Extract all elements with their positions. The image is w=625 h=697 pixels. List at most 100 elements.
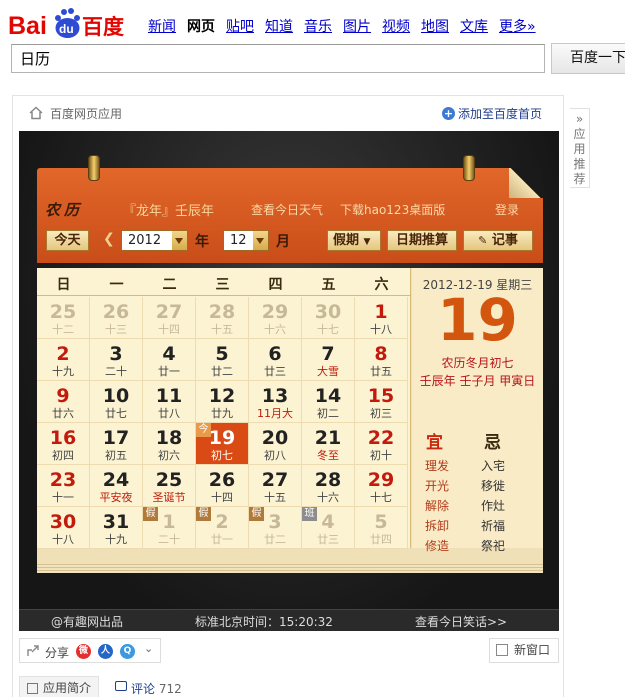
day-cell[interactable]: 7 大雪 — [302, 339, 355, 381]
nav-news[interactable]: 新闻 — [148, 16, 176, 36]
day-cell[interactable]: 4 廿一 — [143, 339, 196, 381]
today-badge: 今 — [196, 423, 211, 437]
day-cell[interactable]: 30 十八 — [37, 507, 90, 549]
day-cell[interactable]: 26 十三 — [90, 297, 143, 339]
download-link[interactable]: 下载hao123桌面版 — [340, 201, 445, 218]
weekday-label: 六 — [374, 277, 389, 293]
day-number: 9 — [56, 385, 70, 407]
search-input[interactable] — [11, 44, 545, 73]
nav-zhidao[interactable]: 知道 — [265, 16, 293, 36]
nav-tieba[interactable]: 贴吧 — [226, 16, 254, 36]
nav-web[interactable]: 网页 — [187, 16, 215, 36]
day-cell[interactable]: 27 十五 — [249, 465, 302, 507]
day-cell[interactable]: 12 廿九 — [196, 381, 249, 423]
lunar-day: 廿八 — [158, 407, 180, 420]
day-cell[interactable]: 9 廿六 — [37, 381, 90, 423]
share-icon[interactable] — [26, 644, 40, 658]
weibo-icon[interactable]: 微 — [76, 644, 91, 659]
day-cell[interactable]: 假 1 二十 — [143, 507, 196, 549]
day-number: 21 — [314, 427, 342, 449]
month-select[interactable]: 12 — [223, 230, 269, 251]
year-select[interactable]: 2012 — [121, 230, 188, 251]
pencil-icon: ✎ — [478, 234, 488, 247]
lunar-day: 廿四 — [370, 533, 392, 546]
weekday-label: 四 — [268, 277, 283, 293]
today-button[interactable]: 今天 — [46, 230, 89, 251]
nav-images[interactable]: 图片 — [343, 16, 371, 36]
lunar-day: 二十 — [105, 365, 127, 378]
share-label[interactable]: 分享 — [45, 644, 69, 661]
home-icon — [29, 106, 43, 120]
day-cell[interactable]: 28 十六 — [302, 465, 355, 507]
day-cell[interactable]: 假 3 廿二 — [249, 507, 302, 549]
day-cell[interactable]: 25 十二 — [37, 297, 90, 339]
calendar-grid: 日一二三四五六 25 十二 26 十三 27 十四 28 十五 29 十六 30 十七 1 十八 2 十九 3 二… — [37, 268, 411, 549]
day-number: 27 — [261, 469, 289, 491]
weather-link[interactable]: 查看今日天气 — [251, 201, 323, 218]
day-cell[interactable]: 5 廿二 — [196, 339, 249, 381]
date-calc-button[interactable]: 日期推算 — [387, 230, 457, 251]
holiday-select[interactable]: 假期 ▼ — [327, 230, 381, 251]
day-cell[interactable]: 25 圣诞节 — [143, 465, 196, 507]
day-cell[interactable]: 23 十一 — [37, 465, 90, 507]
tab-comments[interactable]: 评论 712 — [115, 680, 182, 697]
login-link[interactable]: 登录 — [495, 201, 519, 218]
tab-app-intro[interactable]: 应用简介 — [19, 676, 99, 697]
day-cell[interactable]: 8 廿五 — [355, 339, 408, 381]
day-cell[interactable]: 假 2 廿一 — [196, 507, 249, 549]
note-button[interactable]: ✎ 记事 — [463, 230, 533, 251]
day-cell[interactable]: 21 冬至 — [302, 423, 355, 465]
day-cell[interactable]: 30 十七 — [302, 297, 355, 339]
day-cell[interactable]: 31 十九 — [90, 507, 143, 549]
nav-video[interactable]: 视频 — [382, 16, 410, 36]
year-value: 2012 — [128, 233, 162, 248]
lunar-day: 十七 — [370, 491, 392, 504]
day-number: 30 — [49, 511, 77, 533]
add-to-homepage-link[interactable]: + 添加至百度首页 — [441, 105, 542, 122]
day-cell[interactable]: 11 廿八 — [143, 381, 196, 423]
binder-ring-left — [88, 155, 100, 181]
new-window-button[interactable]: 新窗口 — [489, 638, 559, 663]
daily-joke-link[interactable]: 查看今日笑话>> — [415, 613, 507, 630]
day-cell[interactable]: 29 十六 — [249, 297, 302, 339]
lunar-day: 二十 — [158, 533, 180, 546]
search-button[interactable]: 百度一下 — [551, 43, 625, 74]
nav-music[interactable]: 音乐 — [304, 16, 332, 36]
day-cell[interactable]: 26 十四 — [196, 465, 249, 507]
qzone-icon[interactable]: Q — [120, 644, 135, 659]
day-cell[interactable]: 17 初五 — [90, 423, 143, 465]
day-cell[interactable]: 1 十八 — [355, 297, 408, 339]
nav-map[interactable]: 地图 — [421, 16, 449, 36]
day-cell[interactable]: 16 初四 — [37, 423, 90, 465]
logo-du: du — [59, 22, 74, 36]
app-recommend-tab[interactable]: » 应用推荐 — [570, 108, 590, 188]
day-cell-today[interactable]: 今 19 初七 — [196, 423, 249, 465]
day-cell[interactable]: 20 初八 — [249, 423, 302, 465]
day-cell[interactable]: 28 十五 — [196, 297, 249, 339]
day-cell[interactable]: 2 十九 — [37, 339, 90, 381]
day-cell[interactable]: 29 十七 — [355, 465, 408, 507]
day-cell[interactable]: 15 初三 — [355, 381, 408, 423]
day-number: 18 — [155, 427, 183, 449]
nav-wenku[interactable]: 文库 — [460, 16, 488, 36]
day-cell[interactable]: 5 廿四 — [355, 507, 408, 549]
day-cell[interactable]: 3 二十 — [90, 339, 143, 381]
nav-more[interactable]: 更多» — [499, 16, 536, 36]
day-cell[interactable]: 10 廿七 — [90, 381, 143, 423]
day-number: 31 — [102, 511, 130, 533]
day-cell[interactable]: 13 11月大 — [249, 381, 302, 423]
day-cell[interactable]: 27 十四 — [143, 297, 196, 339]
lunar-day: 初八 — [264, 449, 286, 462]
baidu-logo[interactable]: Bai du 百度 — [8, 6, 133, 40]
lunar-day: 初四 — [52, 449, 74, 462]
chevron-down-icon[interactable]: ⌄ — [144, 642, 153, 655]
day-cell[interactable]: 班 4 廿三 — [302, 507, 355, 549]
day-cell[interactable]: 6 廿三 — [249, 339, 302, 381]
day-cell[interactable]: 22 初十 — [355, 423, 408, 465]
renren-icon[interactable]: 人 — [98, 644, 113, 659]
caret-down-icon: ▼ — [363, 237, 371, 247]
day-cell[interactable]: 14 初二 — [302, 381, 355, 423]
day-cell[interactable]: 24 平安夜 — [90, 465, 143, 507]
prev-month-arrow-icon[interactable]: ❮ — [103, 231, 115, 247]
day-cell[interactable]: 18 初六 — [143, 423, 196, 465]
